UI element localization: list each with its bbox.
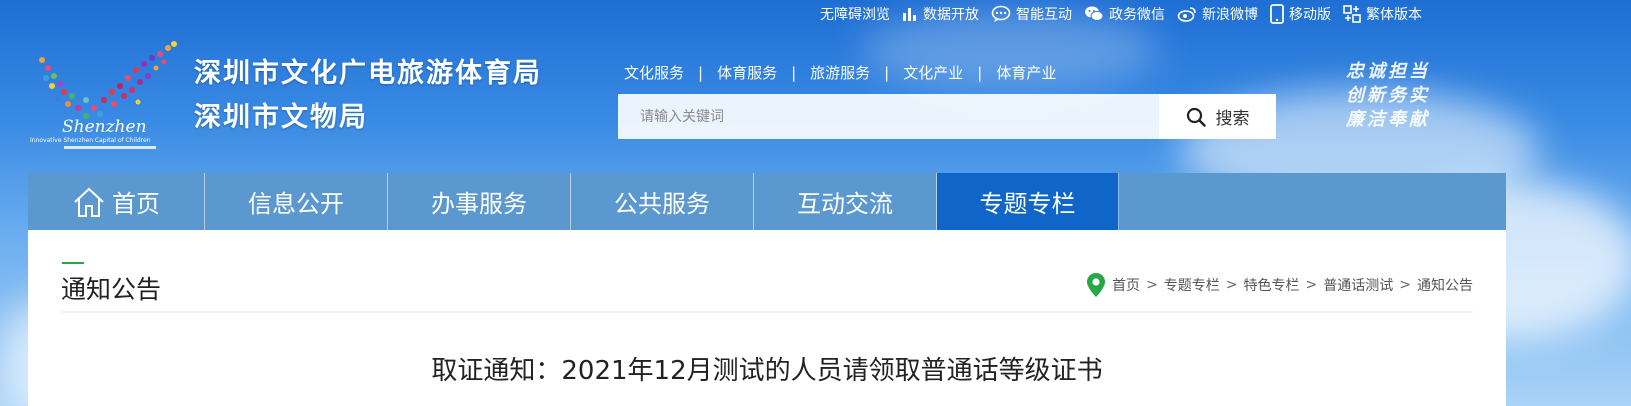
- mobile-version-link[interactable]: 移动版: [1270, 4, 1331, 24]
- butterfly-mosaic-icon: [39, 41, 177, 119]
- mobile-icon: [1270, 4, 1284, 24]
- wechat-link[interactable]: 政务微信: [1084, 4, 1165, 24]
- weibo-link[interactable]: 新浪微博: [1177, 4, 1258, 24]
- service-subnav: 文化服务 | 体育服务 | 旅游服务 | 文化产业 | 体育产业: [624, 62, 1057, 83]
- search-button[interactable]: 搜索: [1159, 94, 1276, 139]
- slogan: 忠诚担当 创新务实 廉洁奉献: [1346, 61, 1430, 130]
- nav-information-disclosure[interactable]: 信息公开: [205, 173, 388, 230]
- location-pin-icon: [1087, 273, 1106, 297]
- main-nav: 首页 信息公开 办事服务 公共服务 互动交流 专题专栏: [28, 173, 1506, 230]
- search-input[interactable]: [618, 94, 1159, 139]
- traditional-chinese-icon: [1343, 5, 1361, 23]
- breadcrumb: 首页 > 专题专栏 > 特色专栏 > 普通话测试 > 通知公告: [1086, 272, 1473, 298]
- subnav-culture-industry[interactable]: 文化产业: [903, 62, 963, 83]
- bar-chart-icon: [903, 8, 916, 21]
- breadcrumb-special-topics[interactable]: 专题专栏: [1164, 275, 1220, 295]
- traditional-chinese-link[interactable]: 繁体版本: [1343, 4, 1422, 24]
- subnav-sports-services[interactable]: 体育服务: [717, 62, 777, 83]
- title-accent-bar: [62, 262, 84, 264]
- home-icon: [74, 187, 104, 217]
- chat-bubble-icon: [991, 5, 1011, 22]
- divider: [61, 311, 1473, 313]
- search-bar: 搜索: [618, 94, 1276, 139]
- utility-bar: 无障碍浏览 数据开放 智能互动 政务微信 新浪微博 移动版 繁体版本: [820, 3, 1422, 25]
- breadcrumb-mandarin-test[interactable]: 普通话测试: [1323, 275, 1393, 295]
- article-title: 取证通知：2021年12月测试的人员请领取普通话等级证书: [431, 356, 1103, 386]
- open-data-link[interactable]: 数据开放: [902, 4, 979, 24]
- organization-name-line1: 深圳市文化广电旅游体育局: [194, 58, 542, 89]
- nav-interaction[interactable]: 互动交流: [754, 173, 937, 230]
- nav-special-topics[interactable]: 专题专栏: [937, 173, 1119, 230]
- content-panel: 通知公告 首页 > 专题专栏 > 特色专栏 > 普通话测试 > 通知公告 取证通…: [28, 230, 1506, 406]
- organization-name-line2: 深圳市文物局: [194, 102, 368, 133]
- shenzhen-logo[interactable]: Shenzhen Innovative Shenzhen Capital of …: [28, 38, 188, 156]
- wechat-icon: [1085, 6, 1104, 22]
- accessibility-link[interactable]: 无障碍浏览: [820, 4, 890, 24]
- logo-text: Shenzhen: [62, 117, 147, 137]
- subnav-culture-services[interactable]: 文化服务: [624, 62, 684, 83]
- subnav-sports-industry[interactable]: 体育产业: [996, 62, 1056, 83]
- organization-name: 深圳市文化广电旅游体育局 深圳市文物局: [194, 52, 542, 140]
- section-title: 通知公告: [61, 275, 162, 304]
- weibo-icon: [1177, 7, 1196, 22]
- breadcrumb-featured[interactable]: 特色专栏: [1244, 275, 1300, 295]
- logo-tagline: Innovative Shenzhen Capital of Children: [30, 137, 151, 144]
- subnav-tourism-services[interactable]: 旅游服务: [810, 62, 870, 83]
- smart-interaction-link[interactable]: 智能互动: [991, 4, 1072, 24]
- nav-public-services[interactable]: 公共服务: [571, 173, 754, 230]
- breadcrumb-home[interactable]: 首页: [1112, 275, 1140, 295]
- search-icon: [1186, 107, 1206, 127]
- nav-home[interactable]: 首页: [28, 173, 205, 230]
- nav-services[interactable]: 办事服务: [388, 173, 571, 230]
- breadcrumb-notices[interactable]: 通知公告: [1417, 275, 1473, 295]
